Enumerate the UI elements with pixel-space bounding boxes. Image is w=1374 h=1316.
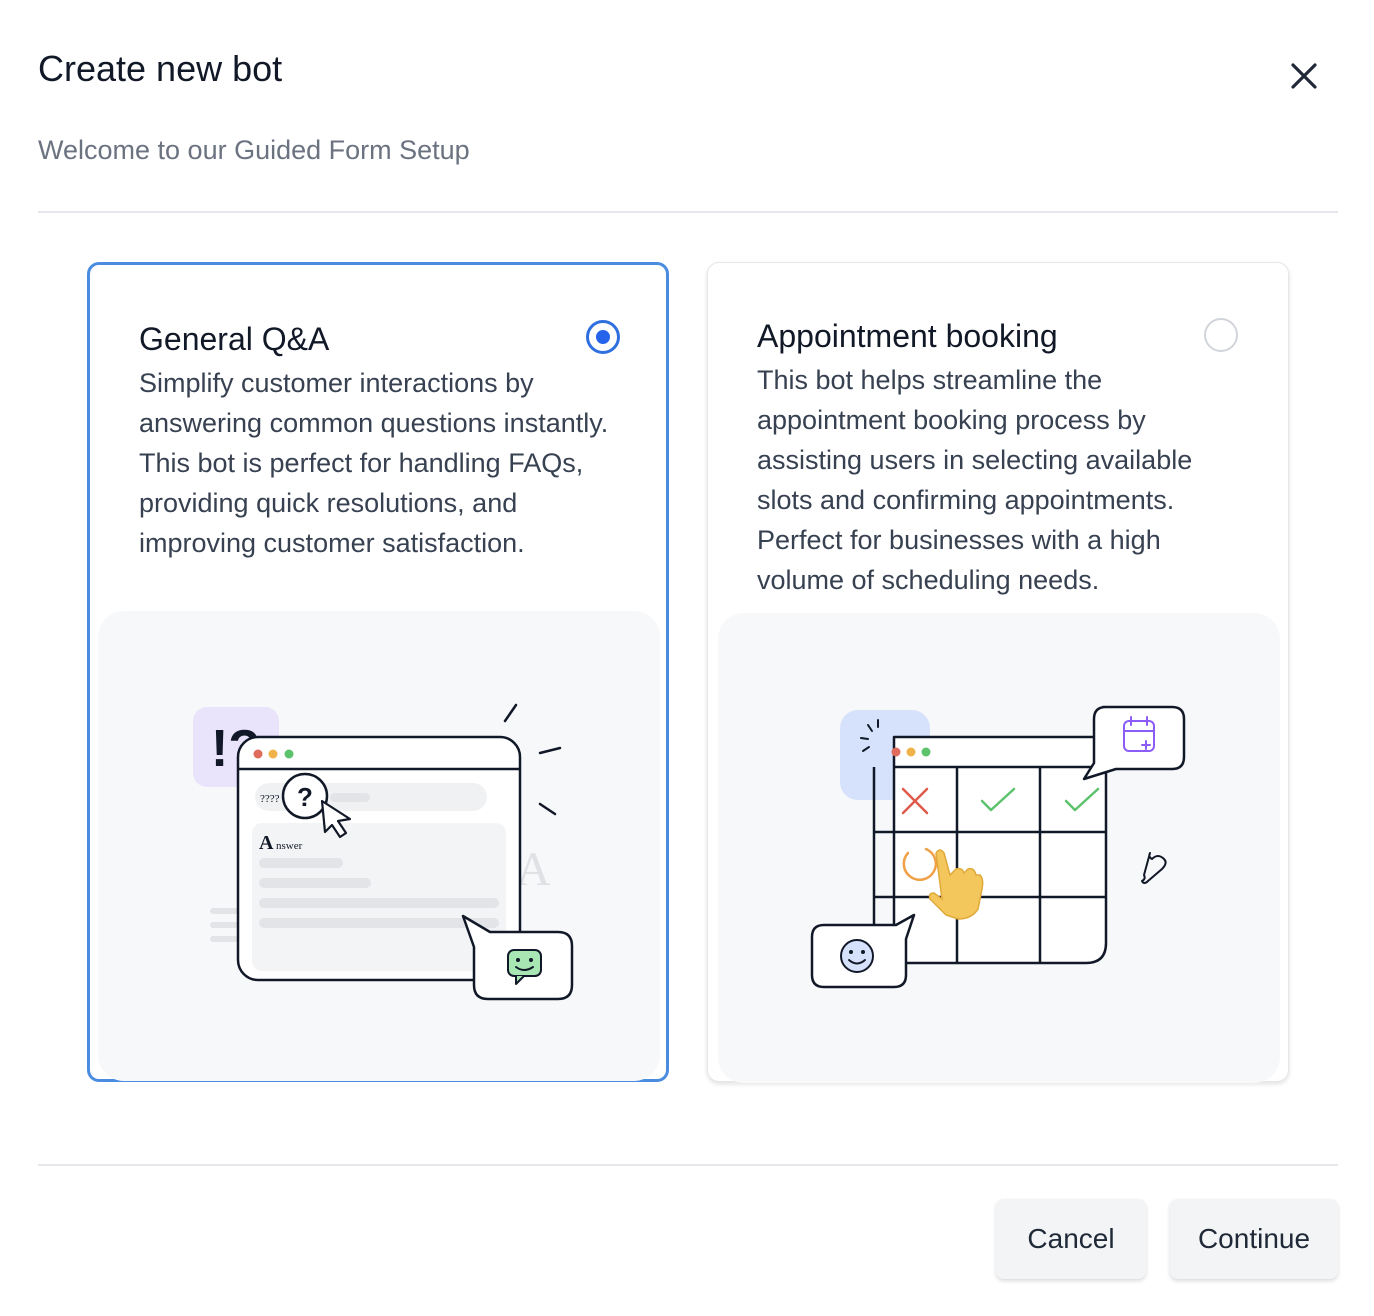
- header-divider: [38, 211, 1338, 213]
- answer-initial: A: [259, 832, 274, 854]
- close-button[interactable]: [1282, 54, 1326, 98]
- footer-divider: [38, 1164, 1338, 1166]
- qa-illustration: !? A ???? A nswer ?: [98, 611, 660, 1081]
- continue-button[interactable]: Continue: [1170, 1199, 1338, 1279]
- question-text: ????: [260, 793, 280, 805]
- answer-text: nswer: [276, 840, 303, 852]
- modal-title: Create new bot: [38, 48, 283, 89]
- radio-appointment-booking[interactable]: [1204, 318, 1238, 352]
- card-title: Appointment booking: [757, 318, 1058, 354]
- bot-option-appointment-booking[interactable]: Appointment booking This bot helps strea…: [707, 262, 1289, 1083]
- bot-option-general-qa[interactable]: General Q&A Simplify customer interactio…: [87, 262, 669, 1082]
- close-icon: [1291, 63, 1317, 89]
- card-description: This bot helps streamline the appointmen…: [757, 365, 1193, 595]
- cancel-button[interactable]: Cancel: [996, 1199, 1146, 1279]
- card-description: Simplify customer interactions by answer…: [139, 368, 609, 558]
- appointment-illustration: [718, 613, 1280, 1083]
- modal-subtitle: Welcome to our Guided Form Setup: [38, 135, 470, 165]
- radio-general-qa[interactable]: [586, 320, 620, 354]
- card-title: General Q&A: [139, 321, 330, 357]
- question-mark: ?: [297, 782, 313, 812]
